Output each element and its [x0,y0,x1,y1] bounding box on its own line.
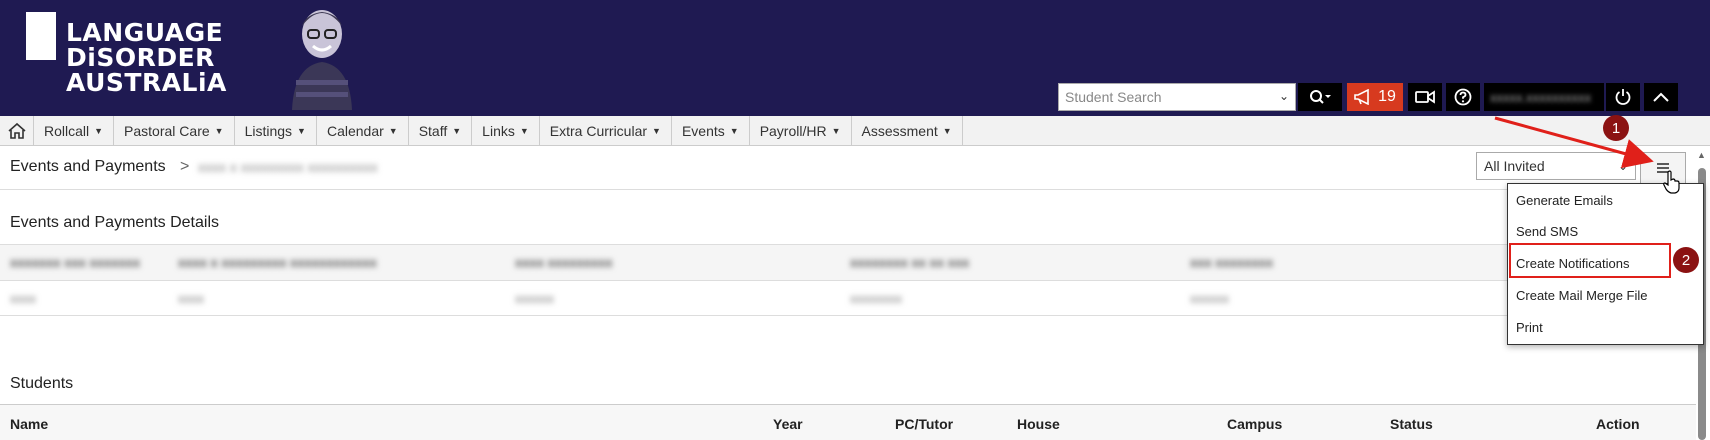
hand-cursor-icon [1663,170,1680,194]
step-badge-1: 1 [1603,115,1629,141]
highlight-create-notifications [1509,243,1671,278]
annotation-arrow [1494,116,1654,169]
step-badge-2: 2 [1673,247,1699,273]
